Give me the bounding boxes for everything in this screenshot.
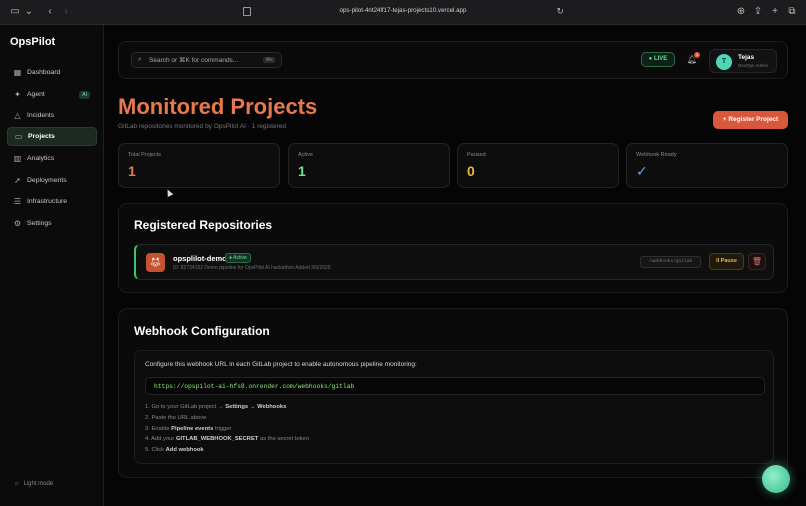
live-status-badge: ● LIVE <box>641 52 675 67</box>
new-tab-icon[interactable]: + <box>769 6 781 18</box>
brand-logo[interactable]: OpsPilot <box>10 36 55 48</box>
sidebar-item-agent[interactable]: ✦ Agent AI <box>7 86 97 105</box>
assistant-fab-button[interactable] <box>762 465 790 493</box>
webhook-configuration-section: Webhook Configuration Configure this web… <box>118 308 788 478</box>
check-icon: ✓ <box>636 163 648 179</box>
stat-card-paused: Paused 0 <box>457 143 619 188</box>
register-project-button[interactable]: + Register Project <box>713 111 788 129</box>
webhook-url[interactable]: https://opspilot-ai-hfs8.onrender.com/we… <box>154 383 354 390</box>
sidebar-item-analytics[interactable]: ▥ Analytics <box>7 150 97 169</box>
shortcut-hint: ⌘K <box>263 57 275 63</box>
avatar: T <box>716 54 732 70</box>
search-icon: ⌕ <box>138 56 142 63</box>
sun-icon: ☼ <box>14 481 20 487</box>
sidebar-item-label: Analytics <box>27 155 55 162</box>
main-content: ⌕ ⌘K ● LIVE 🔔︎3 T Tejas DevOps Admin Mon… <box>104 25 806 506</box>
warning-icon: △ <box>14 111 21 120</box>
stat-value: 1 <box>128 163 136 179</box>
sidebar-item-label: Infrastructure <box>27 198 68 205</box>
sidebar-item-infrastructure[interactable]: ☰ Infrastructure <box>7 193 97 212</box>
sidebar-item-projects[interactable]: ▭ Projects <box>7 127 97 146</box>
folder-icon: ▭ <box>14 132 23 141</box>
list-item: 5. Click Add webhook <box>145 447 204 454</box>
ai-badge: AI <box>79 91 90 99</box>
search-box[interactable]: ⌕ ⌘K <box>131 52 282 68</box>
light-mode-label: Light mode <box>23 481 54 487</box>
repo-card: 🦊︎ opsplilot-demo ● Active ID: 82734152 … <box>134 244 774 280</box>
list-item: 4. Add your GITLAB_WEBHOOK_SECRET as the… <box>145 436 309 443</box>
sidebar-item-deployments[interactable]: ➚ Deployments <box>7 172 97 191</box>
sparkle-icon: ✦ <box>14 90 21 99</box>
list-item: 2. Paste the URL above <box>145 414 207 421</box>
repo-meta: ID: 82734152 Demo pipeline for OpsPilot … <box>173 265 331 271</box>
page-title: Monitored Projects <box>118 94 318 119</box>
sidebar-item-label: Incidents <box>27 112 55 119</box>
user-menu[interactable]: T Tejas DevOps Admin <box>709 49 777 73</box>
stat-label: Paused <box>467 152 486 158</box>
trash-icon[interactable]: 🗑︎ <box>748 253 766 270</box>
browser-toolbar: ▭ ⌄ ‹ › ops-pilot-4nt24lf17-tejas-projec… <box>0 0 806 25</box>
stat-value: 0 <box>467 163 475 179</box>
share-icon[interactable]: ⇪ <box>752 6 764 18</box>
webhook-instructions: Configure this webhook URL in each GitLa… <box>134 350 774 464</box>
top-bar: ⌕ ⌘K ● LIVE 🔔︎3 T Tejas DevOps Admin <box>118 41 788 79</box>
server-icon: ☰ <box>13 197 22 206</box>
reload-icon[interactable]: ↻ <box>556 6 564 17</box>
setup-steps: 1. Go to your GitLab project → Settings … <box>145 404 309 458</box>
chevron-down-icon[interactable]: ⌄ <box>23 6 35 18</box>
stat-label: Total Projects <box>128 152 162 158</box>
forward-icon[interactable]: › <box>60 6 72 18</box>
stat-label: Webhook Ready <box>636 152 677 158</box>
back-icon[interactable]: ‹ <box>44 6 56 18</box>
sidebar-item-settings[interactable]: ⚙ Settings <box>7 215 97 234</box>
stat-label: Active <box>298 152 313 158</box>
chart-icon: ▥ <box>13 154 22 163</box>
stat-card-webhook: Webhook Ready ✓ <box>626 143 788 188</box>
list-item: 3. Enable Pipeline events trigger <box>145 425 232 432</box>
gear-icon: ⚙ <box>13 219 22 228</box>
repo-name[interactable]: opsplilot-demo <box>173 254 227 263</box>
sidebar-item-label: Settings <box>27 220 52 227</box>
bell-icon[interactable]: 🔔︎ 3 <box>685 52 700 67</box>
status-badge: ● Active <box>225 253 251 263</box>
webhook-url-field[interactable]: https://opspilot-ai-hfs8.onrender.com/we… <box>145 377 765 395</box>
section-title: Webhook Configuration <box>134 324 270 338</box>
page-subtitle: GitLab repositories monitored by OpsPilo… <box>118 123 286 130</box>
user-role: DevOps Admin <box>738 63 769 68</box>
light-mode-toggle[interactable]: ☼ Light mode <box>14 481 57 487</box>
grid-icon: ▦ <box>13 68 22 77</box>
gitlab-icon: 🦊︎ <box>146 253 165 272</box>
sidebar-item-label: Agent <box>27 91 45 98</box>
sidebar-item-label: Projects <box>28 133 55 140</box>
stat-card-active: Active 1 <box>288 143 450 188</box>
user-name: Tejas <box>738 54 755 61</box>
section-title: Registered Repositories <box>134 218 273 232</box>
address-url: ops-pilot-4nt24lf17-tejas-projects10.ver… <box>339 7 467 14</box>
stat-card-total: Total Projects 1 <box>118 143 280 188</box>
stat-value: 1 <box>298 163 306 179</box>
list-item: 1. Go to your GitLab project → Settings … <box>145 404 287 410</box>
address-bar[interactable]: ops-pilot-4nt24lf17-tejas-projects10.ver… <box>236 4 570 20</box>
sidebar: OpsPilot ▦ Dashboard ✦ Agent AI △ Incide… <box>0 25 104 506</box>
webhook-intro: Configure this webhook URL in each GitLa… <box>145 361 417 368</box>
sidebar-item-dashboard[interactable]: ▦ Dashboard <box>7 64 97 83</box>
sidebar-toggle-icon[interactable]: ▭ <box>9 6 21 18</box>
notification-count: 3 <box>694 52 700 58</box>
sidebar-item-label: Dashboard <box>27 69 61 76</box>
webhook-path: /webhooks/gitlab <box>640 256 701 268</box>
rocket-icon: ➚ <box>14 176 21 185</box>
sidebar-item-label: Deployments <box>27 177 67 184</box>
pause-button[interactable]: II Pause <box>709 253 744 270</box>
tabs-overview-icon[interactable]: ⧉ <box>786 6 798 18</box>
search-input[interactable] <box>149 55 249 66</box>
download-icon[interactable]: ⊕ <box>735 6 747 18</box>
registered-repositories-section: Registered Repositories 🦊︎ opsplilot-dem… <box>118 203 788 293</box>
sidebar-item-incidents[interactable]: △ Incidents <box>7 107 97 126</box>
